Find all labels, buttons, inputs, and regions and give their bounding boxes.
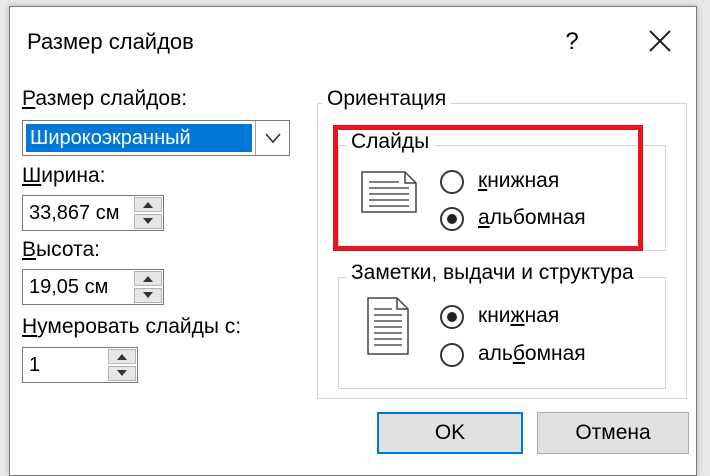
number-increment[interactable] (108, 349, 136, 364)
width-label: Ширина: (22, 164, 106, 187)
cancel-button[interactable]: Отмена (537, 412, 689, 454)
notes-landscape-radio[interactable] (440, 343, 464, 367)
number-slides-stepper[interactable]: 1 (22, 347, 138, 383)
dropdown-button[interactable] (255, 121, 289, 155)
width-decrement[interactable] (134, 214, 162, 229)
triangle-down-icon (117, 370, 127, 376)
number-decrement[interactable] (108, 366, 136, 381)
dialog-title: Размер слайдов (27, 29, 194, 54)
triangle-down-icon (143, 218, 153, 224)
width-value: 33,867 см (29, 202, 120, 224)
notes-portrait-label[interactable]: книжная (478, 304, 559, 328)
triangle-up-icon (143, 202, 153, 208)
slide-size-label: Размер слайдов: (22, 87, 188, 110)
height-decrement[interactable] (134, 288, 162, 303)
height-label: Высота: (22, 238, 100, 261)
chevron-down-icon (265, 133, 281, 144)
close-button[interactable] (640, 21, 680, 61)
triangle-up-icon (117, 354, 127, 360)
width-stepper[interactable]: 33,867 см (22, 195, 164, 231)
notes-title: Заметки, выдачи и структура (346, 261, 639, 285)
height-increment[interactable] (134, 271, 162, 286)
triangle-down-icon (143, 292, 153, 298)
highlight-frame (333, 125, 643, 251)
height-value: 19,05 см (29, 276, 109, 298)
slide-size-dropdown[interactable]: Широкоэкранный (22, 120, 290, 156)
number-slides-value: 1 (29, 354, 41, 376)
help-button[interactable]: ? (555, 25, 589, 59)
ok-button[interactable]: OK (377, 412, 523, 454)
number-spin-buttons[interactable] (108, 349, 136, 381)
close-icon (649, 30, 671, 52)
height-stepper[interactable]: 19,05 см (22, 269, 164, 305)
slide-size-value: Широкоэкранный (26, 124, 252, 152)
triangle-up-icon (143, 276, 153, 282)
width-spin-buttons[interactable] (134, 197, 162, 229)
notes-portrait-radio[interactable] (440, 305, 464, 329)
portrait-page-icon (367, 297, 409, 355)
width-increment[interactable] (134, 197, 162, 212)
height-spin-buttons[interactable] (134, 271, 162, 303)
orientation-title: Ориентация (322, 87, 452, 111)
notes-landscape-label[interactable]: альбомная (478, 342, 586, 366)
number-slides-label: Нумеровать слайды с: (22, 315, 242, 338)
slide-size-dialog: Размер слайдов ? Размер слайдов: Широкоэ… (9, 6, 697, 476)
